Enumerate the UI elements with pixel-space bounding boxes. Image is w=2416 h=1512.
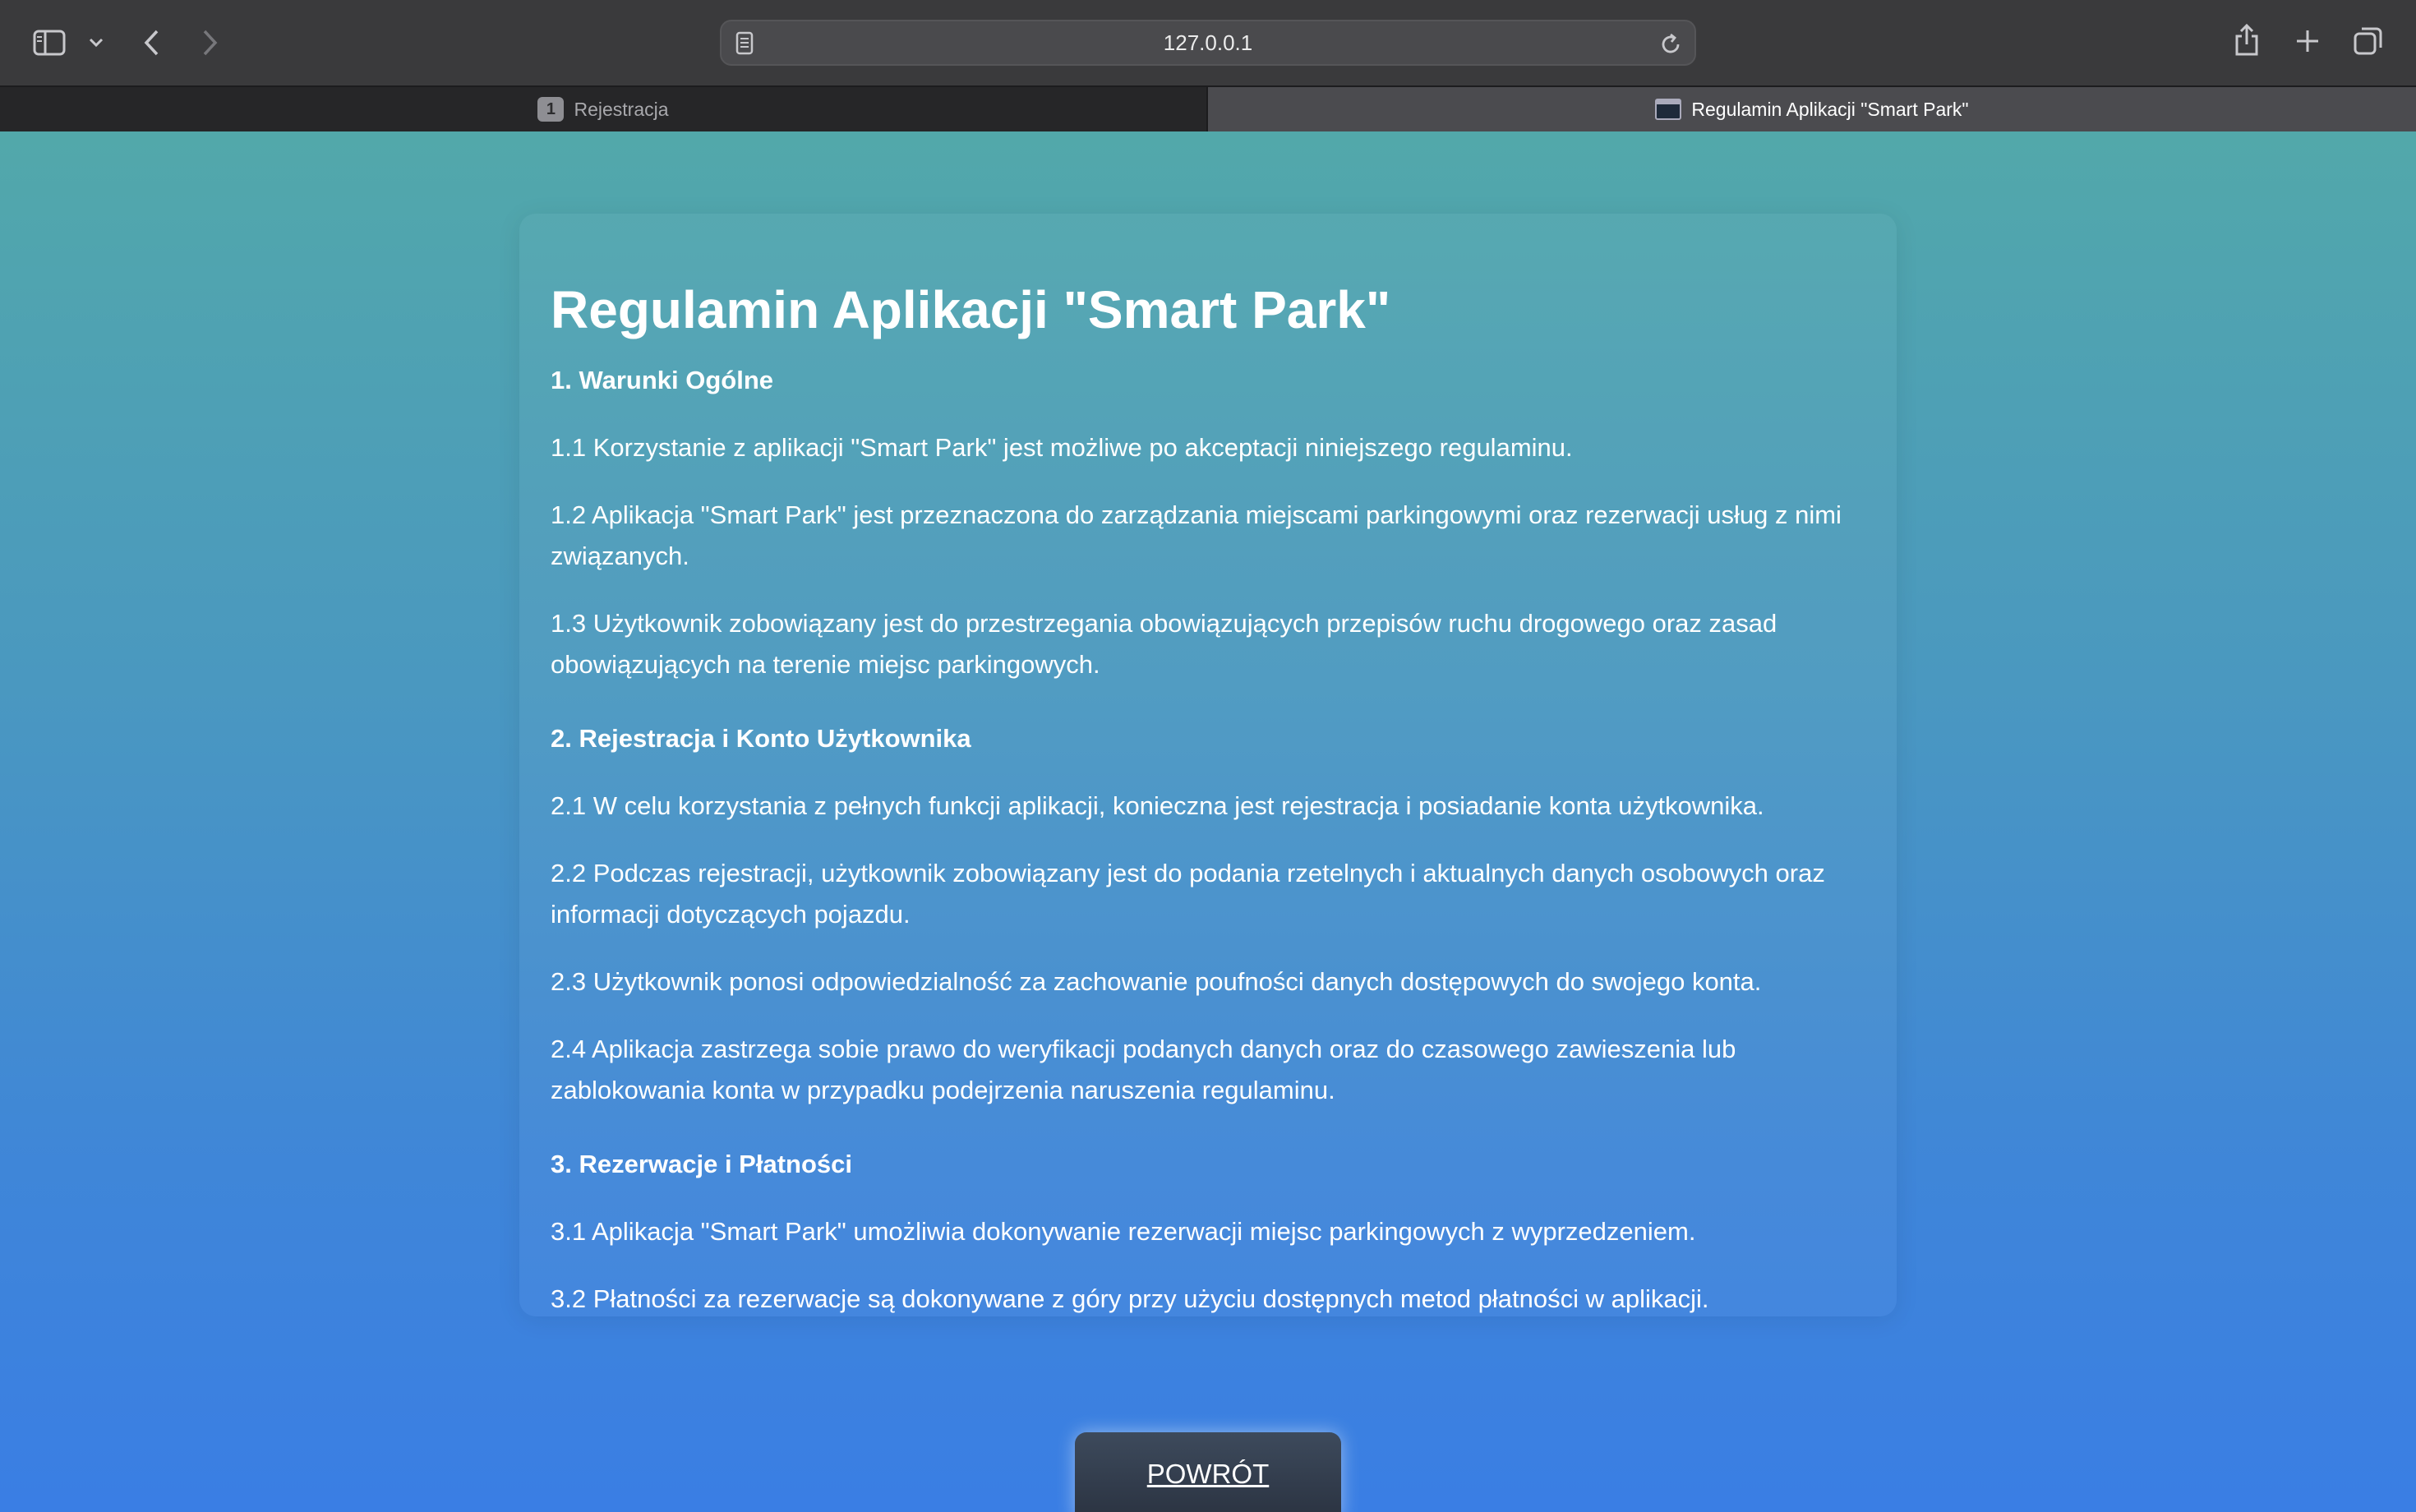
terms-paragraph: 2.1 W celu korzystania z pełnych funkcji… xyxy=(551,791,1764,820)
tab-rejestracja[interactable]: 1 Rejestracja xyxy=(0,87,1206,131)
chevron-left-icon xyxy=(144,30,159,56)
terms-content: Regulamin Aplikacji "Smart Park" 1. Waru… xyxy=(551,214,1865,1316)
back-button[interactable]: POWRÓT xyxy=(1075,1432,1341,1512)
reload-icon[interactable] xyxy=(1658,32,1683,61)
terms-paragraph: 3.1 Aplikacja "Smart Park" umożliwia dok… xyxy=(551,1217,1696,1246)
tabs-overview-icon xyxy=(2354,27,2382,55)
forward-nav-button[interactable] xyxy=(196,25,225,61)
tab-label: Regulamin Aplikacji "Smart Park" xyxy=(1691,98,1969,120)
tab-group-dropdown-button[interactable] xyxy=(85,31,107,54)
share-icon xyxy=(2235,23,2258,56)
tab-overview-button[interactable] xyxy=(2352,25,2385,58)
plus-icon xyxy=(2297,30,2318,52)
chevron-down-icon xyxy=(89,38,104,48)
terms-paragraph: 2.3 Użytkownik ponosi odpowiedzialność z… xyxy=(551,967,1762,996)
sidebar-toggle-button[interactable] xyxy=(31,28,67,58)
terminal-favicon-icon xyxy=(1655,99,1682,120)
page-title: Regulamin Aplikacji "Smart Park" xyxy=(551,280,1391,339)
terms-paragraph: 1.3 Użytkownik zobowiązany jest do przes… xyxy=(551,609,1777,679)
page-content: Regulamin Aplikacji "Smart Park" 1. Waru… xyxy=(0,131,2416,1512)
back-nav-button[interactable] xyxy=(136,25,166,61)
section-heading: 2. Rejestracja i Konto Użytkownika xyxy=(551,724,971,753)
tab-bar: 1 Rejestracja Regulamin Aplikacji "Smart… xyxy=(0,85,2416,131)
terms-paragraph: 1.2 Aplikacja "Smart Park" jest przeznac… xyxy=(551,500,1842,570)
share-button[interactable] xyxy=(2232,21,2262,59)
url-text[interactable]: 127.0.0.1 xyxy=(722,21,1694,64)
new-tab-button[interactable] xyxy=(2293,26,2322,56)
terms-paragraph: 2.2 Podczas rejestracji, użytkownik zobo… xyxy=(551,859,1825,929)
terms-paragraph: 2.4 Aplikacja zastrzega sobie prawo do w… xyxy=(551,1035,1736,1104)
tab-label: Rejestracja xyxy=(574,98,669,120)
tab-badge: 1 xyxy=(537,97,565,122)
section-heading: 3. Rezerwacje i Płatności xyxy=(551,1150,853,1178)
chevron-right-icon xyxy=(203,30,218,56)
section-heading: 1. Warunki Ogólne xyxy=(551,366,773,394)
terms-card[interactable]: Regulamin Aplikacji "Smart Park" 1. Waru… xyxy=(519,214,1897,1316)
browser-toolbar: 127.0.0.1 xyxy=(0,0,2416,85)
terms-paragraph: 3.2 Płatności za rezerwacje są dokonywan… xyxy=(551,1284,1709,1313)
sidebar-icon xyxy=(33,30,66,56)
address-bar[interactable]: 127.0.0.1 xyxy=(720,20,1696,66)
tab-regulamin[interactable]: Regulamin Aplikacji "Smart Park" xyxy=(1206,87,2416,131)
terms-paragraph: 1.1 Korzystanie z aplikacji "Smart Park"… xyxy=(551,433,1573,462)
